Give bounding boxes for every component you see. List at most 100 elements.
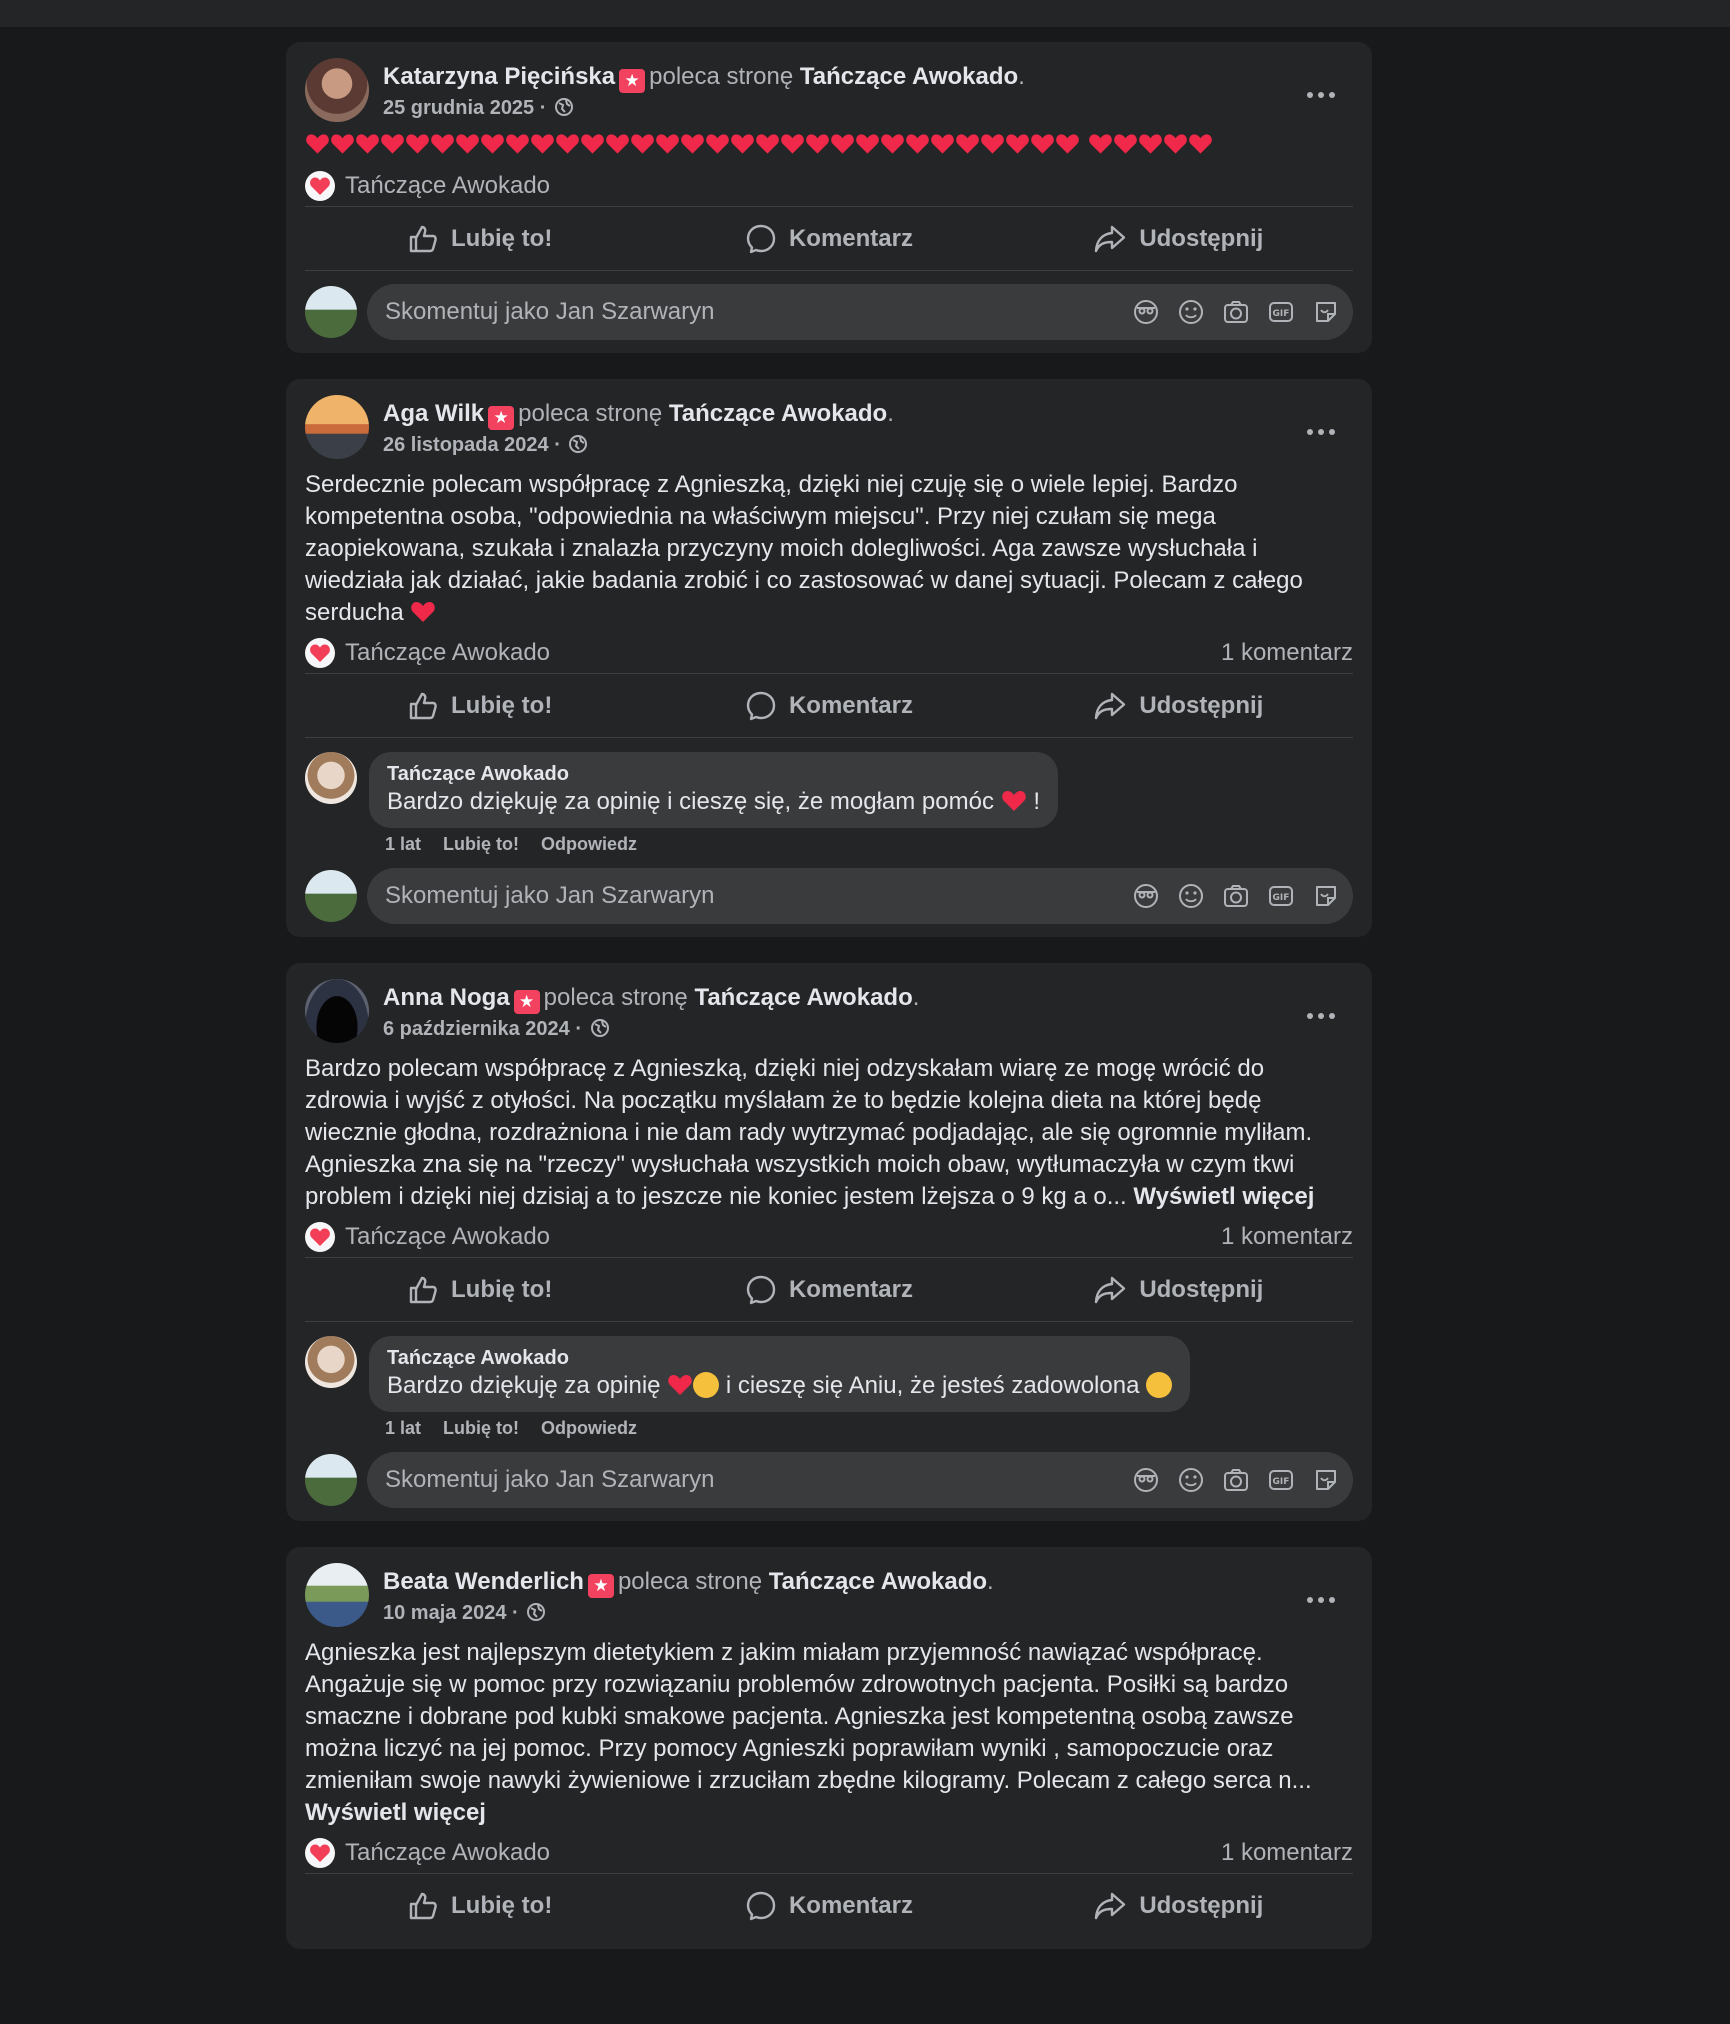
comment-author[interactable]: Tańczące Awokado xyxy=(387,1346,1172,1370)
share-button[interactable]: Udostępnij xyxy=(1004,1274,1353,1306)
comment-bubble: Tańczące Awokado Bardzo dziękuję za opin… xyxy=(369,1336,1191,1412)
gif-icon[interactable]: GIF xyxy=(1265,881,1296,912)
heart-emoji-icon xyxy=(1113,132,1138,159)
avatar-sticker-icon[interactable] xyxy=(1130,1465,1161,1496)
comment-input[interactable]: Skomentuj jako Jan Szarwaryn GIF xyxy=(367,284,1353,340)
post-date[interactable]: 6 października 2024 xyxy=(383,1018,570,1040)
page-name-link[interactable]: Tańczące Awokado xyxy=(694,984,912,1011)
author-name[interactable]: Katarzyna Pięcińska xyxy=(383,63,615,90)
author-name[interactable]: Aga Wilk xyxy=(383,400,484,427)
like-button[interactable]: Lubię to! xyxy=(305,223,654,255)
avatar-sticker-icon[interactable] xyxy=(1130,881,1161,912)
emoji-icon[interactable] xyxy=(1175,1465,1206,1496)
page-name-link[interactable]: Tańczące Awokado xyxy=(800,63,1018,90)
gif-icon[interactable]: GIF xyxy=(1265,297,1296,328)
emoji-icon[interactable] xyxy=(1175,297,1206,328)
thumbs-up-icon xyxy=(409,692,437,719)
more-options-icon[interactable] xyxy=(1301,1585,1341,1615)
post-date[interactable]: 26 listopada 2024 xyxy=(383,434,549,456)
gif-icon[interactable]: GIF xyxy=(1265,1465,1296,1496)
comments-count[interactable]: 1 komentarz xyxy=(1221,1839,1353,1867)
see-more-link[interactable]: Wyświetl więcej xyxy=(305,1799,486,1826)
more-options-icon[interactable] xyxy=(1301,80,1341,110)
avatar[interactable] xyxy=(305,58,369,122)
comments-count[interactable]: 1 komentarz xyxy=(1221,639,1353,667)
avatar[interactable] xyxy=(305,979,369,1043)
post-header: Katarzyna Pięcińska ★ poleca stronę Tańczą… xyxy=(305,58,1353,124)
comment-bubble-icon xyxy=(746,1275,776,1304)
heart-emoji-icon xyxy=(430,132,455,159)
post-text: Serdecznie polecam współpracę z Agnieszk… xyxy=(305,471,1303,626)
comment-input[interactable]: Skomentuj jako Jan Szarwaryn GIF xyxy=(367,1452,1353,1508)
heart-emoji-icon xyxy=(1088,132,1113,159)
camera-icon[interactable] xyxy=(1220,297,1251,328)
comment-time[interactable]: 1 lat xyxy=(385,1418,421,1438)
sticker-icon[interactable] xyxy=(1310,881,1341,912)
avatar[interactable] xyxy=(305,752,357,804)
avatar[interactable] xyxy=(305,1454,357,1506)
sticker-icon[interactable] xyxy=(1310,297,1341,328)
like-button[interactable]: Lubię to! xyxy=(305,1274,654,1306)
page-name-link[interactable]: Tańczące Awokado xyxy=(769,1568,987,1595)
post-card: Aga Wilk ★ poleca stronę Tańczące Awokado.… xyxy=(286,379,1372,937)
reaction-summary[interactable]: Tańczące Awokado xyxy=(305,638,550,668)
emoji-icon[interactable] xyxy=(1175,881,1206,912)
heart-emoji-icon xyxy=(705,132,730,159)
comment-time[interactable]: 1 lat xyxy=(385,834,421,854)
share-arrow-icon xyxy=(1095,1276,1126,1303)
comment-button[interactable]: Komentarz xyxy=(654,223,1003,255)
page-name-link[interactable]: Tańczące Awokado xyxy=(669,400,887,427)
reaction-label: Tańczące Awokado xyxy=(345,1223,551,1250)
avatar[interactable] xyxy=(305,395,369,459)
avatar[interactable] xyxy=(305,1336,357,1388)
post-card: Katarzyna Pięcińska ★ poleca stronę Tańczą… xyxy=(286,42,1372,353)
post-card: Beata Wenderlich ★ poleca stronę Tańczące … xyxy=(286,1547,1372,1949)
comment-button[interactable]: Komentarz xyxy=(654,1890,1003,1922)
author-name[interactable]: Anna Noga xyxy=(383,984,510,1011)
hearts-text xyxy=(305,130,1353,162)
sticker-icon[interactable] xyxy=(1310,1465,1341,1496)
comment-like-link[interactable]: Lubię to! xyxy=(443,1418,519,1438)
share-button[interactable]: Udostępnij xyxy=(1004,690,1353,722)
reaction-summary[interactable]: Tańczące Awokado xyxy=(305,1838,550,1868)
post-actions: Lubię to! Komentarz Udostępnij xyxy=(305,1874,1353,1937)
recommend-badge-icon: ★ xyxy=(619,69,646,93)
heart-emoji-icon xyxy=(630,132,655,159)
comment-author[interactable]: Tańczące Awokado xyxy=(387,762,1040,786)
heart-emoji-icon xyxy=(1138,132,1163,159)
share-button[interactable]: Udostępnij xyxy=(1004,1890,1353,1922)
post-date[interactable]: 25 grudnia 2025 xyxy=(383,97,534,119)
comment-reply-link[interactable]: Odpowiedz xyxy=(541,1418,637,1438)
more-options-icon[interactable] xyxy=(1301,417,1341,447)
post-date[interactable]: 10 maja 2024 xyxy=(383,1602,506,1624)
reaction-summary[interactable]: Tańczące Awokado xyxy=(305,1222,550,1252)
like-button[interactable]: Lubię to! xyxy=(305,690,654,722)
comment-button[interactable]: Komentarz xyxy=(654,690,1003,722)
comment-button[interactable]: Komentarz xyxy=(654,1274,1003,1306)
post-actions: Lubię to! Komentarz Udostępnij xyxy=(305,1258,1353,1321)
more-options-icon[interactable] xyxy=(1301,1001,1341,1031)
comment-reply-link[interactable]: Odpowiedz xyxy=(541,834,637,854)
svg-text:GIF: GIF xyxy=(1272,893,1289,903)
author-name[interactable]: Beata Wenderlich xyxy=(383,1568,584,1595)
avatar[interactable] xyxy=(305,286,357,338)
avatar[interactable] xyxy=(305,870,357,922)
reaction-label: Tańczące Awokado xyxy=(345,639,551,666)
divider xyxy=(305,737,1353,738)
heart-emoji-icon xyxy=(580,132,605,159)
comment-composer: Skomentuj jako Jan Szarwaryn GIF xyxy=(305,867,1353,925)
comment-input[interactable]: Skomentuj jako Jan Szarwaryn GIF xyxy=(367,868,1353,924)
heart-emoji-icon xyxy=(955,132,980,159)
comment-like-link[interactable]: Lubię to! xyxy=(443,834,519,854)
reaction-summary[interactable]: Tańczące Awokado xyxy=(305,171,550,201)
share-button[interactable]: Udostępnij xyxy=(1004,223,1353,255)
see-more-link[interactable]: Wyświetl więcej xyxy=(1133,1183,1314,1210)
like-button[interactable]: Lubię to! xyxy=(305,1890,654,1922)
camera-icon[interactable] xyxy=(1220,881,1251,912)
comments-count[interactable]: 1 komentarz xyxy=(1221,1223,1353,1251)
avatar-sticker-icon[interactable] xyxy=(1130,297,1161,328)
camera-icon[interactable] xyxy=(1220,1465,1251,1496)
recommendations-feed: Katarzyna Pięcińska ★ poleca stronę Tańczą… xyxy=(286,42,1372,1975)
share-arrow-icon xyxy=(1095,225,1126,252)
avatar[interactable] xyxy=(305,1563,369,1627)
